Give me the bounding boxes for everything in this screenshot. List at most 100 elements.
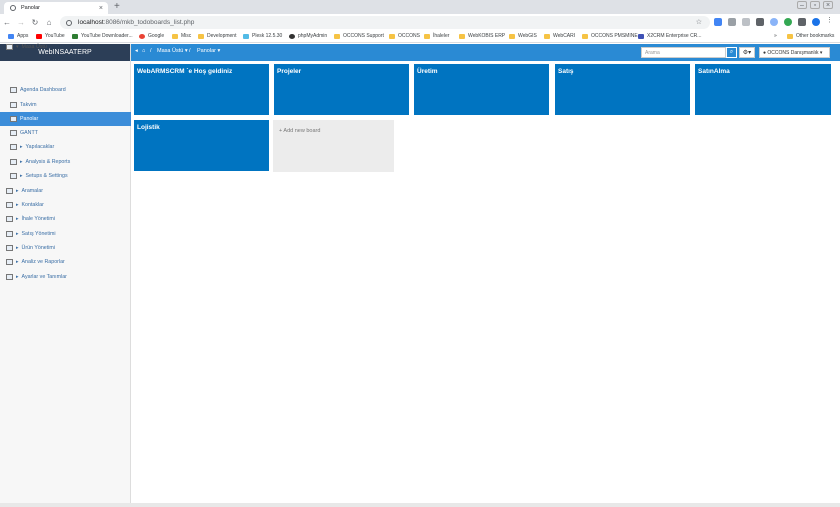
bookmark-item[interactable]: Plesk 12.5.30 bbox=[243, 33, 282, 39]
board-card[interactable]: Projeler bbox=[274, 64, 409, 115]
home-browser-icon[interactable]: ⌂ bbox=[42, 18, 56, 27]
bookmark-item[interactable]: WebCARI bbox=[544, 33, 575, 39]
caret-right-icon: ▸ bbox=[16, 245, 19, 251]
sidebar-item[interactable]: ▸ Ürün Yönetimi bbox=[0, 241, 131, 255]
sidebar-item[interactable]: ▸ Aramalar bbox=[0, 184, 131, 198]
board-card[interactable]: Satış bbox=[555, 64, 690, 115]
extension-icon[interactable] bbox=[728, 18, 736, 26]
bookmark-label: Plesk 12.5.30 bbox=[252, 33, 283, 39]
sidebar-item-label: Ayarlar ve Tanımlar bbox=[21, 274, 67, 280]
translate-icon[interactable] bbox=[714, 18, 722, 26]
bookmark-item[interactable]: phpMyAdmin bbox=[289, 33, 327, 39]
bookmark-item[interactable]: Misc bbox=[172, 33, 191, 39]
bookmark-label: YouTube bbox=[45, 33, 65, 39]
bookmark-item[interactable]: İhaleler bbox=[424, 33, 449, 39]
folder-icon bbox=[424, 33, 430, 39]
x2crm-icon bbox=[638, 33, 644, 39]
bookmark-label: phpMyAdmin bbox=[298, 33, 328, 39]
youtube-icon bbox=[36, 33, 42, 39]
caret-down-icon: ▾ bbox=[16, 44, 19, 50]
sidebar-item[interactable]: ▸ Analiz ve Raporlar bbox=[0, 255, 131, 269]
breadcrumb-desk[interactable]: Masa Üstü ▾ bbox=[157, 48, 188, 54]
more-icon[interactable]: ⋮ bbox=[826, 16, 834, 24]
folder-icon bbox=[459, 33, 465, 39]
bookmark-item[interactable]: YouTube bbox=[36, 33, 65, 39]
minimize-icon[interactable]: – bbox=[797, 1, 807, 9]
sidebar-item[interactable]: ▸ Analysis & Reports bbox=[0, 155, 131, 169]
bookmarks-overflow-icon[interactable]: » bbox=[774, 33, 777, 39]
bookmark-label: YouTube Downloader... bbox=[81, 33, 133, 39]
bookmark-label: WebKOBIS ERP bbox=[468, 33, 506, 39]
board-card[interactable]: Lojistik bbox=[134, 120, 269, 171]
puzzle-icon[interactable] bbox=[798, 18, 806, 26]
sidebar-item[interactable]: GANTT bbox=[0, 126, 131, 140]
sidebar-toggle-icon[interactable]: ◂ bbox=[135, 48, 138, 54]
bookmark-label: OCCONS bbox=[398, 33, 420, 39]
sidebar-item[interactable]: Agenda Dashboard bbox=[0, 83, 131, 97]
sidebar-item[interactable]: Panolar bbox=[0, 112, 131, 126]
close-icon[interactable]: × bbox=[99, 5, 103, 12]
bookmark-item[interactable]: Development bbox=[198, 33, 236, 39]
sidebar-item[interactable]: ▸ Satış Yönetimi bbox=[0, 227, 131, 241]
bookmark-item[interactable]: OCCONS PMSMINE bbox=[582, 33, 638, 39]
contacts-icon bbox=[6, 202, 13, 208]
bookmark-item[interactable]: WebGIS bbox=[509, 33, 537, 39]
add-board-button[interactable]: + Add new board bbox=[273, 120, 394, 172]
caret-right-icon: ▸ bbox=[16, 259, 19, 265]
calendar-icon bbox=[10, 102, 17, 108]
forward-icon[interactable]: → bbox=[14, 18, 28, 27]
bookmark-item[interactable]: OCCONS bbox=[389, 33, 420, 39]
bookmark-item[interactable]: YouTube Downloader... bbox=[72, 33, 133, 39]
settings-gear-button[interactable]: ⚙▾ bbox=[739, 47, 755, 58]
sidebar-item[interactable]: ▾ Masa Üstü bbox=[0, 40, 131, 54]
bookmark-star-icon[interactable]: ☆ bbox=[696, 18, 702, 26]
window-close-icon[interactable]: × bbox=[823, 1, 833, 9]
sidebar-item[interactable]: ▸ Setups & Settings bbox=[0, 169, 131, 183]
profile-avatar[interactable] bbox=[812, 18, 820, 26]
folder-icon bbox=[172, 33, 178, 39]
apps-icon bbox=[8, 33, 14, 39]
sidebar-item[interactable]: ▸ Ayarlar ve Tanımlar bbox=[0, 270, 131, 284]
search-icon[interactable]: ⌕ bbox=[726, 47, 737, 58]
bookmark-item[interactable]: WebKOBIS ERP bbox=[459, 33, 505, 39]
extension-icon[interactable] bbox=[770, 18, 778, 26]
bookmark-label: OCCONS Support bbox=[343, 33, 384, 39]
folder-icon bbox=[582, 33, 588, 39]
user-menu-button[interactable]: ● OCCONS Danışmanlık ▾ bbox=[759, 47, 830, 58]
extension-icon[interactable] bbox=[756, 18, 764, 26]
board-icon bbox=[10, 116, 17, 122]
sidebar-item[interactable]: ▸ Kontaklar bbox=[0, 198, 131, 212]
new-tab-icon[interactable]: + bbox=[114, 2, 120, 12]
breadcrumb-boards[interactable]: Panolar ▾ bbox=[197, 48, 220, 54]
bookmark-item[interactable]: X2CRM Enterprise CR... bbox=[638, 33, 701, 39]
folder-icon bbox=[198, 33, 204, 39]
home-icon[interactable]: ⌂ bbox=[142, 48, 145, 54]
bookmark-label: WebCARI bbox=[553, 33, 576, 39]
extension-icon[interactable] bbox=[742, 18, 750, 26]
board-card[interactable]: Üretim bbox=[414, 64, 549, 115]
bookmark-item[interactable]: Apps bbox=[8, 33, 28, 39]
sidebar-item-label: Analiz ve Raporlar bbox=[21, 259, 65, 265]
maximize-icon[interactable]: ▫ bbox=[810, 1, 820, 9]
sidebar-item[interactable]: ▸ Yapılacaklar bbox=[0, 140, 131, 154]
agenda-icon bbox=[10, 87, 17, 93]
back-icon[interactable]: ← bbox=[0, 18, 14, 27]
gantt-icon bbox=[10, 130, 17, 136]
sidebar-item[interactable]: Takvim bbox=[0, 98, 131, 112]
extension-icon[interactable] bbox=[784, 18, 792, 26]
info-icon[interactable] bbox=[66, 19, 72, 26]
search-input[interactable]: Arama bbox=[641, 47, 726, 58]
user-icon: ● bbox=[763, 50, 767, 56]
wrench-icon bbox=[6, 274, 13, 280]
board-card[interactable]: SatınAlma bbox=[695, 64, 831, 115]
sidebar-item[interactable]: ▸ İhale Yönetimi bbox=[0, 212, 131, 226]
board-title: Lojistik bbox=[137, 124, 160, 131]
bookmark-item[interactable]: Google bbox=[139, 33, 164, 39]
bookmark-label: İhaleler bbox=[433, 33, 450, 39]
address-bar[interactable]: localhost:8086/mkb_todoboards_list.php ☆ bbox=[60, 16, 710, 29]
bookmark-item[interactable]: Other bookmarks bbox=[787, 33, 834, 39]
browser-tab[interactable]: Panolar × bbox=[4, 2, 108, 14]
board-card[interactable]: WebARMSCRM `e Hoş geldiniz bbox=[134, 64, 269, 115]
reload-icon[interactable]: ↻ bbox=[28, 18, 42, 27]
bookmark-item[interactable]: OCCONS Support bbox=[334, 33, 384, 39]
